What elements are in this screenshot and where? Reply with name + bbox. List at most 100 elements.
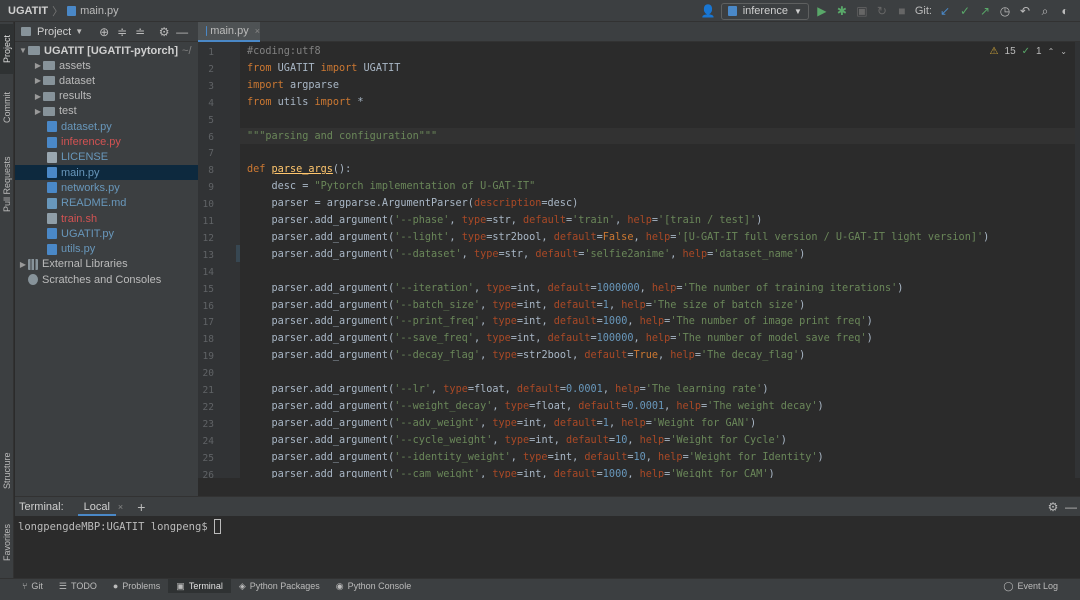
tree-item-label: dataset bbox=[59, 74, 96, 87]
tree-item[interactable]: README.md bbox=[15, 196, 198, 211]
tree-item[interactable]: ▶ test bbox=[15, 104, 198, 119]
expand-arrow-icon[interactable]: ▼ bbox=[18, 46, 28, 55]
breadcrumb-file[interactable]: main.py bbox=[80, 5, 119, 17]
expand-arrow-icon[interactable]: ▶ bbox=[33, 76, 43, 85]
code-token: parser.add_argument( bbox=[247, 248, 395, 260]
commit-tool-tab[interactable]: Commit bbox=[0, 82, 14, 134]
hide-icon[interactable]: — bbox=[175, 25, 189, 39]
run-config-label: inference bbox=[742, 5, 788, 17]
chevron-down-icon[interactable]: ▼ bbox=[75, 27, 83, 36]
breadcrumb-project[interactable]: UGATIT bbox=[8, 5, 48, 17]
terminal-tab-local[interactable]: Local bbox=[77, 498, 116, 516]
tree-item[interactable]: dataset.py bbox=[15, 119, 198, 134]
tool-button-git[interactable]: ⑂ Git bbox=[14, 579, 51, 594]
run-config-selector[interactable]: inference ▼ bbox=[720, 2, 809, 20]
editor-tab-main[interactable]: main.py × bbox=[198, 22, 260, 42]
tool-button-todo[interactable]: ☰ TODO bbox=[51, 579, 105, 594]
terminal-body[interactable]: longpengdeMBP:UGATIT longpeng$ bbox=[15, 516, 1080, 578]
close-icon[interactable]: × bbox=[118, 502, 123, 512]
code-token: , bbox=[480, 316, 493, 328]
line-number: 16 bbox=[202, 300, 214, 312]
editor-tab-label: main.py bbox=[210, 25, 249, 37]
code-token: ) bbox=[750, 417, 757, 429]
ide-features-icon[interactable]: ◐ bbox=[1058, 4, 1072, 18]
code-token: ) bbox=[817, 400, 824, 412]
user-icon[interactable]: 👤 bbox=[701, 4, 716, 18]
code-token: parser.add_argument( bbox=[247, 400, 395, 412]
gear-icon[interactable]: ⚙ bbox=[157, 25, 171, 39]
coverage-icon[interactable]: ▣ bbox=[855, 4, 869, 18]
tree-root[interactable]: ▼ UGATIT [UGATIT-pytorch] ~/ bbox=[15, 43, 198, 58]
tree-item[interactable]: ▶ External Libraries bbox=[15, 257, 198, 272]
project-tool-tab[interactable]: Project bbox=[0, 24, 14, 74]
chevron-down-icon[interactable]: ⌄ bbox=[1060, 47, 1067, 56]
expand-arrow-icon[interactable]: ▶ bbox=[33, 92, 43, 101]
pull-requests-tool-tab[interactable]: Pull Requests bbox=[0, 146, 14, 222]
tree-item[interactable]: LICENSE bbox=[15, 150, 198, 165]
debug-icon[interactable]: ✱ bbox=[835, 4, 849, 18]
tree-item[interactable]: ▶ dataset bbox=[15, 73, 198, 88]
editor-scrollbar[interactable] bbox=[1075, 42, 1080, 478]
inspection-widget[interactable]: ⚠ 15 ✓ 1 ⌃ ⌄ bbox=[990, 46, 1067, 57]
line-number: 26 bbox=[202, 469, 214, 481]
tree-item[interactable]: Scratches and Consoles bbox=[15, 272, 198, 287]
tree-item[interactable]: networks.py bbox=[15, 180, 198, 195]
git-commit-icon[interactable]: ✓ bbox=[958, 4, 972, 18]
close-icon[interactable]: × bbox=[255, 26, 260, 36]
code-line: parser.add_argument('--adv_weight', type… bbox=[247, 416, 757, 432]
git-push-icon[interactable]: ↗ bbox=[978, 4, 992, 18]
py-file-icon bbox=[47, 121, 57, 133]
tree-item[interactable]: main.py bbox=[15, 165, 198, 181]
code-editor[interactable]: ⚠ 15 ✓ 1 ⌃ ⌄ #coding:utf8 from UGATIT imp… bbox=[240, 42, 1075, 478]
tool-button-python-console[interactable]: ◉ Python Console bbox=[328, 579, 419, 594]
event-log-button[interactable]: ◯ Event Log bbox=[995, 579, 1066, 594]
expand-all-icon[interactable]: ≑ bbox=[115, 25, 129, 39]
tool-button-python-packages[interactable]: ◈ Python Packages bbox=[231, 579, 328, 594]
tree-item-label: test bbox=[59, 105, 77, 118]
code-line: from UGATIT import UGATIT bbox=[247, 61, 400, 77]
tree-item[interactable]: ▶ assets bbox=[15, 58, 198, 73]
rollback-icon[interactable]: ↶ bbox=[1018, 4, 1032, 18]
tool-button-problems[interactable]: ● Problems bbox=[105, 579, 168, 594]
hide-icon[interactable]: — bbox=[1064, 500, 1078, 514]
tree-item[interactable]: UGATIT.py bbox=[15, 226, 198, 241]
code-token: , bbox=[670, 248, 683, 260]
tool-button-label: Python Console bbox=[347, 581, 412, 591]
structure-tool-tab[interactable]: Structure bbox=[0, 442, 14, 500]
code-token: help bbox=[658, 451, 683, 463]
search-icon[interactable]: ⌕ bbox=[1038, 4, 1052, 18]
tree-item[interactable]: utils.py bbox=[15, 242, 198, 257]
code-token: parser.add_argument( bbox=[247, 350, 395, 362]
run-icon[interactable]: ▶ bbox=[815, 4, 829, 18]
terminal-prompt[interactable]: longpengdeMBP:UGATIT longpeng$ bbox=[18, 519, 221, 534]
gear-icon[interactable]: ⚙ bbox=[1046, 500, 1060, 514]
line-number: 2 bbox=[208, 63, 214, 75]
code-token: help bbox=[639, 468, 665, 479]
chevron-up-icon[interactable]: ⌃ bbox=[1048, 47, 1055, 56]
tool-button-terminal[interactable]: ▣ Terminal bbox=[168, 578, 231, 594]
tool-button-label: TODO bbox=[71, 581, 97, 591]
expand-arrow-icon[interactable]: ▶ bbox=[33, 61, 43, 70]
code-token: , bbox=[608, 417, 622, 429]
collapse-all-icon[interactable]: ≐ bbox=[133, 25, 147, 39]
check-icon: ✓ bbox=[1021, 46, 1031, 57]
profile-icon[interactable]: ↻ bbox=[875, 4, 889, 18]
history-icon[interactable]: ◷ bbox=[998, 4, 1012, 18]
expand-arrow-icon[interactable]: ▶ bbox=[33, 107, 43, 116]
favorites-tool-tab[interactable]: Favorites bbox=[0, 512, 14, 572]
code-token: help bbox=[621, 299, 646, 311]
code-token: (): bbox=[332, 164, 352, 176]
add-icon[interactable]: + bbox=[137, 499, 145, 515]
code-token: , bbox=[492, 434, 505, 446]
tree-item[interactable]: train.sh bbox=[15, 211, 198, 226]
git-update-icon[interactable]: ↙ bbox=[938, 4, 952, 18]
tree-item[interactable]: ▶ results bbox=[15, 89, 198, 104]
code-token: 'Weight for Identity' bbox=[688, 451, 818, 463]
project-panel-title[interactable]: Project bbox=[37, 26, 71, 38]
line-number: 8 bbox=[208, 165, 214, 177]
tree-item[interactable]: inference.py bbox=[15, 135, 198, 150]
locate-icon[interactable]: ⊕ bbox=[97, 25, 111, 39]
stop-icon[interactable]: ■ bbox=[895, 4, 909, 18]
expand-arrow-icon[interactable]: ▶ bbox=[18, 260, 28, 269]
code-token: , bbox=[627, 434, 640, 446]
